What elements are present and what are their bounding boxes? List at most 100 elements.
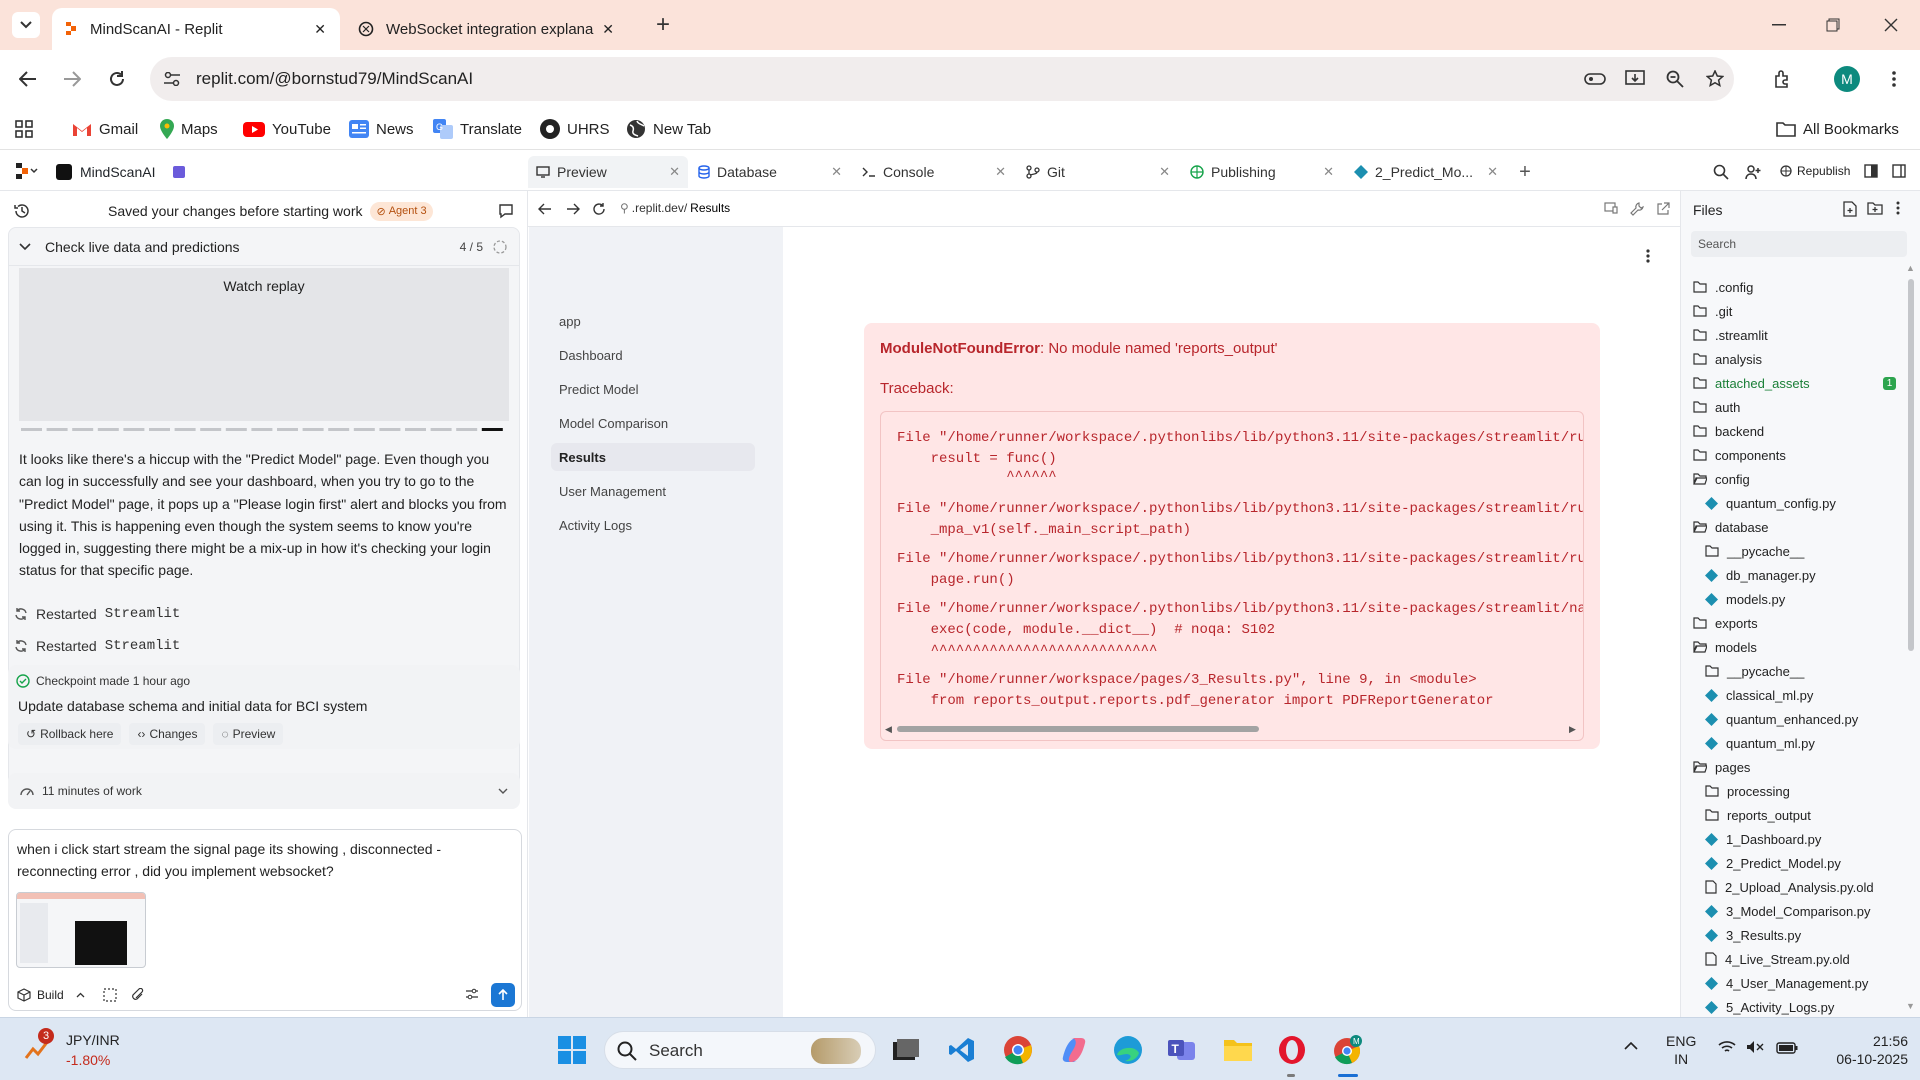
folder-item[interactable]: attached_assets 1 — [1693, 371, 1896, 395]
folder-item[interactable]: models — [1693, 635, 1757, 659]
bookmark-new-tab[interactable]: New Tab — [626, 108, 711, 150]
project-switcher[interactable]: MindScanAI — [56, 159, 186, 185]
folder-item[interactable]: auth — [1693, 395, 1740, 419]
preview-button[interactable]: ◌ Preview — [213, 723, 284, 745]
timeline-segment[interactable] — [123, 428, 145, 431]
bookmark-maps[interactable]: Maps — [160, 108, 218, 150]
nav-link-user-management[interactable]: User Management — [551, 477, 755, 505]
timeline-segment[interactable] — [302, 428, 324, 431]
close-tab-icon[interactable]: ✕ — [602, 21, 614, 38]
nav-link-predict-model[interactable]: Predict Model — [551, 375, 755, 403]
close-tab-icon[interactable]: ✕ — [669, 164, 680, 180]
bookmark-star-icon[interactable] — [1704, 69, 1726, 89]
timeline-segment[interactable] — [379, 428, 401, 431]
folder-item[interactable]: analysis — [1693, 347, 1762, 371]
horizontal-scrollbar[interactable]: ◀ ▶ — [881, 720, 1583, 738]
language-indicator[interactable]: ENG IN — [1666, 1032, 1696, 1068]
preview-forward-icon[interactable] — [566, 203, 580, 215]
install-app-icon[interactable] — [1624, 69, 1646, 89]
preview-url[interactable]: ⚲ .replit.dev/Results — [620, 201, 730, 215]
browser-menu-icon[interactable] — [1884, 65, 1904, 93]
bookmark-youtube[interactable]: YouTube — [243, 108, 331, 150]
folder-item[interactable]: __pycache__ — [1705, 539, 1804, 563]
folder-item[interactable]: processing — [1705, 779, 1790, 803]
file-item[interactable]: 2_Predict_Model.py — [1705, 851, 1841, 875]
clock[interactable]: 21:56 06-10-2025 — [1818, 1032, 1908, 1068]
timeline-segment[interactable] — [251, 428, 273, 431]
add-tab-icon[interactable]: + — [1514, 161, 1536, 183]
folder-item[interactable]: reports_output — [1705, 803, 1811, 827]
all-bookmarks-button[interactable]: All Bookmarks — [1776, 108, 1899, 150]
work-time-row[interactable]: 11 minutes of work — [8, 773, 520, 809]
timeline-segment[interactable] — [353, 428, 375, 431]
start-button[interactable] — [554, 1032, 590, 1068]
timeline-segment[interactable] — [277, 428, 298, 431]
bookmark-gmail[interactable]: Gmail — [72, 108, 138, 150]
battery-icon[interactable] — [1776, 1042, 1798, 1054]
settings-sliders-icon[interactable] — [465, 988, 479, 1000]
file-item[interactable]: classical_ml.py — [1705, 683, 1813, 707]
tab-predict-model-file[interactable]: 2_Predict_Mo... ✕ — [1346, 156, 1506, 188]
chat-input[interactable]: when i click start stream the signal pag… — [17, 838, 507, 882]
replay-area[interactable]: Watch replay — [19, 268, 509, 421]
scroll-right-icon[interactable]: ▶ — [1569, 724, 1576, 735]
scrollbar-thumb[interactable] — [897, 726, 1259, 732]
send-button[interactable] — [491, 983, 515, 1007]
apps-grid-icon[interactable] — [14, 119, 34, 139]
paperclip-icon[interactable] — [131, 988, 145, 1002]
streamlit-menu-icon[interactable] — [1646, 249, 1650, 263]
files-scrollbar[interactable]: ▲ ▼ — [1904, 263, 1918, 1015]
open-external-icon[interactable] — [1656, 202, 1670, 216]
tab-preview[interactable]: Preview ✕ — [528, 156, 688, 188]
search-icon[interactable] — [1710, 161, 1732, 183]
files-search-input[interactable]: Search — [1691, 231, 1907, 257]
close-tab-icon[interactable]: ✕ — [314, 21, 326, 38]
folder-item[interactable]: database — [1693, 515, 1769, 539]
close-tab-icon[interactable]: ✕ — [995, 164, 1006, 180]
folder-item[interactable]: config — [1693, 467, 1750, 491]
build-mode-button[interactable]: Build — [17, 984, 85, 1006]
changes-button[interactable]: ‹› Changes — [129, 723, 206, 745]
extensions-icon[interactable] — [1768, 65, 1796, 93]
nav-link-activity-logs[interactable]: Activity Logs — [551, 511, 755, 539]
files-menu-icon[interactable] — [1896, 201, 1900, 215]
file-item[interactable]: db_manager.py — [1705, 563, 1816, 587]
copilot-icon[interactable] — [1056, 1032, 1092, 1068]
folder-item[interactable]: __pycache__ — [1705, 659, 1804, 683]
file-item[interactable]: 4_User_Management.py — [1705, 971, 1868, 995]
devices-icon[interactable] — [1604, 202, 1618, 214]
close-tab-icon[interactable]: ✕ — [1323, 164, 1334, 180]
timeline-segment[interactable] — [200, 428, 222, 431]
forward-icon[interactable] — [58, 65, 86, 93]
task-view-icon[interactable] — [888, 1032, 924, 1068]
replay-timeline[interactable] — [21, 428, 511, 432]
file-item[interactable]: 4_Live_Stream.py.old — [1705, 947, 1850, 971]
folder-item[interactable]: .config — [1693, 275, 1753, 299]
timeline-segment[interactable] — [21, 428, 42, 431]
file-item[interactable]: 1_Dashboard.py — [1705, 827, 1821, 851]
file-item[interactable]: 5_Activity_Logs.py — [1705, 995, 1834, 1019]
address-bar[interactable]: replit.com/@bornstud79/MindScanAI — [150, 57, 1734, 101]
republish-button[interactable]: Republish — [1772, 158, 1858, 184]
timeline-segment[interactable] — [481, 428, 503, 431]
timeline-segment[interactable] — [430, 428, 452, 431]
folder-item[interactable]: .streamlit — [1693, 323, 1768, 347]
timeline-segment[interactable] — [72, 428, 94, 431]
restore-icon[interactable] — [1818, 10, 1848, 40]
timeline-segment[interactable] — [174, 428, 196, 431]
close-tab-icon[interactable]: ✕ — [1159, 164, 1170, 180]
taskbar-search[interactable]: Search — [604, 1031, 876, 1069]
stop-icon[interactable] — [173, 166, 186, 178]
nav-link-dashboard[interactable]: Dashboard — [551, 341, 755, 369]
browser-tab-websocket[interactable]: WebSocket integration explana ✕ — [346, 8, 628, 50]
vscode-icon[interactable] — [944, 1032, 980, 1068]
new-file-icon[interactable] — [1843, 201, 1857, 217]
folder-item[interactable]: exports — [1693, 611, 1758, 635]
scroll-down-icon[interactable]: ▼ — [1906, 1001, 1915, 1011]
replit-logo-icon[interactable] — [12, 161, 42, 181]
tray-chevron-icon[interactable] — [1624, 1042, 1638, 1050]
scroll-left-icon[interactable]: ◀ — [885, 724, 892, 735]
site-info-icon[interactable] — [162, 69, 182, 89]
bookmark-translate[interactable]: G Translate — [433, 108, 522, 150]
folder-item[interactable]: .git — [1693, 299, 1732, 323]
